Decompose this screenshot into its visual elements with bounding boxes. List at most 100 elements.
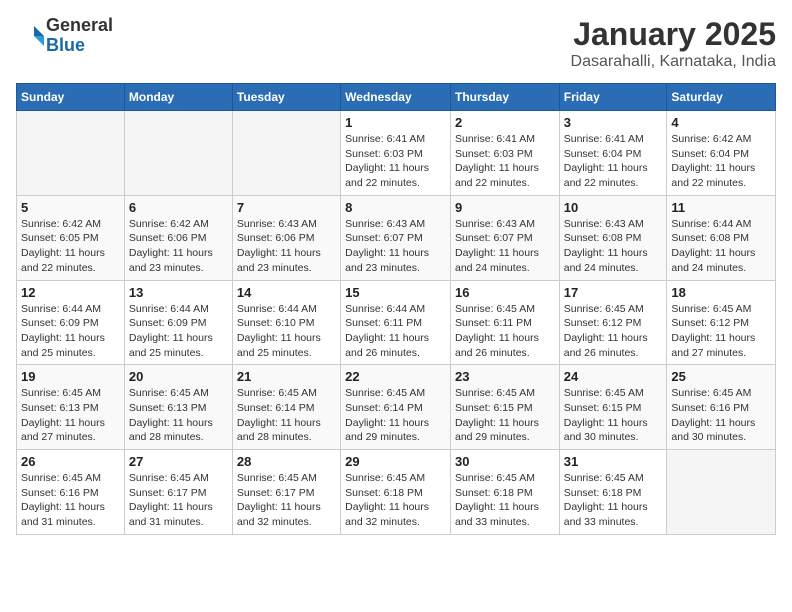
day-number: 19 xyxy=(21,369,120,384)
calendar-cell: 14Sunrise: 6:44 AM Sunset: 6:10 PM Dayli… xyxy=(232,280,340,365)
day-info: Sunrise: 6:44 AM Sunset: 6:08 PM Dayligh… xyxy=(671,217,771,276)
calendar-week-5: 26 Sunrise: 6:45 AM Sunset: 6:16 PM Dayli… xyxy=(17,450,776,535)
day-number: 21 xyxy=(237,369,336,384)
weekday-header-wednesday: Wednesday xyxy=(341,84,451,111)
calendar-cell: 19 Sunrise: 6:45 AM Sunset: 6:13 PM Dayli… xyxy=(17,365,125,450)
day-number: 4 xyxy=(671,115,771,130)
day-number: 23 xyxy=(455,369,555,384)
day-number: 11 xyxy=(671,200,771,215)
calendar-cell: 12Sunrise: 6:44 AM Sunset: 6:09 PM Dayli… xyxy=(17,280,125,365)
calendar-week-2: 5Sunrise: 6:42 AM Sunset: 6:05 PM Daylig… xyxy=(17,195,776,280)
calendar-cell xyxy=(232,111,340,196)
calendar-cell: 16 Sunrise: 6:45 AM Sunset: 6:11 PM Dayli… xyxy=(450,280,559,365)
calendar-cell: 13 Sunrise: 6:44 AM Sunset: 6:09 PM Dayli… xyxy=(124,280,232,365)
day-number: 6 xyxy=(129,200,228,215)
calendar-cell: 24 Sunrise: 6:45 AM Sunset: 6:15 PM Dayli… xyxy=(559,365,667,450)
calendar-cell: 28 Sunrise: 6:45 AM Sunset: 6:17 PM Dayli… xyxy=(232,450,340,535)
day-number: 10 xyxy=(564,200,663,215)
calendar-cell: 15Sunrise: 6:44 AM Sunset: 6:11 PM Dayli… xyxy=(341,280,451,365)
calendar-cell: 26 Sunrise: 6:45 AM Sunset: 6:16 PM Dayli… xyxy=(17,450,125,535)
calendar-week-1: 1 Sunrise: 6:41 AM Sunset: 6:03 PM Daylig… xyxy=(17,111,776,196)
day-number: 5 xyxy=(21,200,120,215)
calendar-cell: 30 Sunrise: 6:45 AM Sunset: 6:18 PM Dayli… xyxy=(450,450,559,535)
day-info: Sunrise: 6:45 AM Sunset: 6:18 PM Dayligh… xyxy=(455,471,555,530)
calendar-table: SundayMondayTuesdayWednesdayThursdayFrid… xyxy=(16,83,776,535)
day-number: 26 xyxy=(21,454,120,469)
weekday-header-thursday: Thursday xyxy=(450,84,559,111)
day-info: Sunrise: 6:45 AM Sunset: 6:18 PM Dayligh… xyxy=(564,471,663,530)
calendar-cell: 4Sunrise: 6:42 AM Sunset: 6:04 PM Daylig… xyxy=(667,111,776,196)
calendar-week-4: 19 Sunrise: 6:45 AM Sunset: 6:13 PM Dayli… xyxy=(17,365,776,450)
calendar-cell: 25 Sunrise: 6:45 AM Sunset: 6:16 PM Dayli… xyxy=(667,365,776,450)
day-info: Sunrise: 6:43 AM Sunset: 6:07 PM Dayligh… xyxy=(455,217,555,276)
day-info: Sunrise: 6:45 AM Sunset: 6:14 PM Dayligh… xyxy=(237,386,336,445)
day-info: Sunrise: 6:43 AM Sunset: 6:06 PM Dayligh… xyxy=(237,217,336,276)
day-number: 27 xyxy=(129,454,228,469)
day-number: 22 xyxy=(345,369,446,384)
day-number: 29 xyxy=(345,454,446,469)
day-number: 18 xyxy=(671,285,771,300)
day-info: Sunrise: 6:45 AM Sunset: 6:15 PM Dayligh… xyxy=(455,386,555,445)
day-info: Sunrise: 6:43 AM Sunset: 6:08 PM Dayligh… xyxy=(564,217,663,276)
day-number: 20 xyxy=(129,369,228,384)
calendar-cell xyxy=(17,111,125,196)
day-info: Sunrise: 6:45 AM Sunset: 6:16 PM Dayligh… xyxy=(21,471,120,530)
day-info: Sunrise: 6:41 AM Sunset: 6:03 PM Dayligh… xyxy=(455,132,555,191)
calendar-cell: 8Sunrise: 6:43 AM Sunset: 6:07 PM Daylig… xyxy=(341,195,451,280)
calendar-cell xyxy=(124,111,232,196)
day-number: 25 xyxy=(671,369,771,384)
day-number: 3 xyxy=(564,115,663,130)
logo-icon xyxy=(16,22,44,50)
calendar-cell xyxy=(667,450,776,535)
day-info: Sunrise: 6:45 AM Sunset: 6:18 PM Dayligh… xyxy=(345,471,446,530)
calendar-week-3: 12Sunrise: 6:44 AM Sunset: 6:09 PM Dayli… xyxy=(17,280,776,365)
day-info: Sunrise: 6:45 AM Sunset: 6:14 PM Dayligh… xyxy=(345,386,446,445)
day-number: 13 xyxy=(129,285,228,300)
calendar-cell: 27Sunrise: 6:45 AM Sunset: 6:17 PM Dayli… xyxy=(124,450,232,535)
day-info: Sunrise: 6:45 AM Sunset: 6:16 PM Dayligh… xyxy=(671,386,771,445)
day-info: Sunrise: 6:45 AM Sunset: 6:13 PM Dayligh… xyxy=(21,386,120,445)
day-number: 16 xyxy=(455,285,555,300)
logo-general: General xyxy=(46,16,113,36)
title-block: January 2025 Dasarahalli, Karnataka, Ind… xyxy=(571,16,776,71)
weekday-header-friday: Friday xyxy=(559,84,667,111)
logo-text: General Blue xyxy=(46,16,113,56)
calendar-cell: 5Sunrise: 6:42 AM Sunset: 6:05 PM Daylig… xyxy=(17,195,125,280)
day-number: 31 xyxy=(564,454,663,469)
day-info: Sunrise: 6:45 AM Sunset: 6:15 PM Dayligh… xyxy=(564,386,663,445)
day-info: Sunrise: 6:45 AM Sunset: 6:17 PM Dayligh… xyxy=(237,471,336,530)
calendar-cell: 3 Sunrise: 6:41 AM Sunset: 6:04 PM Daylig… xyxy=(559,111,667,196)
calendar-cell: 7 Sunrise: 6:43 AM Sunset: 6:06 PM Daylig… xyxy=(232,195,340,280)
calendar-cell: 29 Sunrise: 6:45 AM Sunset: 6:18 PM Dayli… xyxy=(341,450,451,535)
calendar-cell: 2 Sunrise: 6:41 AM Sunset: 6:03 PM Daylig… xyxy=(450,111,559,196)
calendar-cell: 11 Sunrise: 6:44 AM Sunset: 6:08 PM Dayli… xyxy=(667,195,776,280)
weekday-header-tuesday: Tuesday xyxy=(232,84,340,111)
calendar-cell: 1Sunrise: 6:41 AM Sunset: 6:03 PM Daylig… xyxy=(341,111,451,196)
calendar-cell: 22 Sunrise: 6:45 AM Sunset: 6:14 PM Dayli… xyxy=(341,365,451,450)
calendar-cell: 21 Sunrise: 6:45 AM Sunset: 6:14 PM Dayli… xyxy=(232,365,340,450)
day-info: Sunrise: 6:45 AM Sunset: 6:13 PM Dayligh… xyxy=(129,386,228,445)
weekday-header-sunday: Sunday xyxy=(17,84,125,111)
day-info: Sunrise: 6:44 AM Sunset: 6:09 PM Dayligh… xyxy=(129,302,228,361)
day-number: 17 xyxy=(564,285,663,300)
day-info: Sunrise: 6:45 AM Sunset: 6:12 PM Dayligh… xyxy=(671,302,771,361)
day-number: 28 xyxy=(237,454,336,469)
month-title: January 2025 xyxy=(571,16,776,53)
logo: General Blue xyxy=(16,16,113,56)
day-number: 2 xyxy=(455,115,555,130)
calendar-cell: 17 Sunrise: 6:45 AM Sunset: 6:12 PM Dayli… xyxy=(559,280,667,365)
calendar-cell: 10 Sunrise: 6:43 AM Sunset: 6:08 PM Dayli… xyxy=(559,195,667,280)
day-info: Sunrise: 6:45 AM Sunset: 6:12 PM Dayligh… xyxy=(564,302,663,361)
day-info: Sunrise: 6:41 AM Sunset: 6:04 PM Dayligh… xyxy=(564,132,663,191)
day-number: 1 xyxy=(345,115,446,130)
calendar-cell: 31 Sunrise: 6:45 AM Sunset: 6:18 PM Dayli… xyxy=(559,450,667,535)
day-number: 24 xyxy=(564,369,663,384)
day-number: 7 xyxy=(237,200,336,215)
day-info: Sunrise: 6:45 AM Sunset: 6:11 PM Dayligh… xyxy=(455,302,555,361)
day-number: 15 xyxy=(345,285,446,300)
day-info: Sunrise: 6:44 AM Sunset: 6:10 PM Dayligh… xyxy=(237,302,336,361)
day-info: Sunrise: 6:42 AM Sunset: 6:06 PM Dayligh… xyxy=(129,217,228,276)
day-info: Sunrise: 6:43 AM Sunset: 6:07 PM Dayligh… xyxy=(345,217,446,276)
calendar-cell: 20 Sunrise: 6:45 AM Sunset: 6:13 PM Dayli… xyxy=(124,365,232,450)
day-number: 30 xyxy=(455,454,555,469)
